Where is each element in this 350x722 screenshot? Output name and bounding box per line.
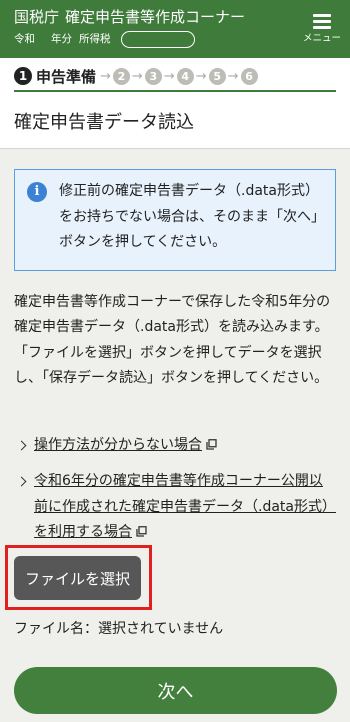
legacy-data-link-item[interactable]: 令和6年分の確定申告書等作成コーナー公開以前に作成された確定申告書データ（.da… [14,469,336,546]
year-unit-label: 年分 [51,33,72,45]
menu-label: メニュー [302,33,341,44]
service-name: 確定申告書等作成コーナー [65,8,246,26]
step-number: 3 [144,67,162,85]
step-indicator: 1 申告準備 → 2 → 3 → 4 → 5 → 6 [0,58,350,93]
external-window-icon [206,434,217,460]
file-name-value: 選択されていません [98,621,224,637]
description-paragraph: 「ファイルを選択」ボタンを押してデータを選択し、「保存データ読込」ボタンを押して… [14,344,329,387]
tax-type-label: 所得税 [79,33,111,45]
header-title: 国税庁 確定申告書等作成コーナー [14,7,251,27]
arrow-right-icon: → [163,68,175,84]
description: 確定申告書等作成コーナーで保存した令和5年分の確定申告書データ（.data形式）… [14,290,336,392]
step-current-number: 1 [14,67,32,85]
arrow-right-icon: → [227,68,239,84]
step-number: 2 [112,67,130,85]
chevron-right-icon [16,440,27,451]
next-button[interactable]: 次へ [14,667,337,714]
step-number: 4 [176,67,194,85]
help-link[interactable]: 操作方法が分からない場合 [34,437,202,453]
menu-button[interactable]: メニュー [300,8,344,52]
page-title-bar: 確定申告書データ読込 [0,93,350,149]
step-current-label: 申告準備 [36,67,97,86]
info-icon: i [27,182,47,202]
chevron-right-icon [16,476,27,487]
arrow-right-icon: → [195,68,207,84]
legacy-data-link[interactable]: 令和6年分の確定申告書等作成コーナー公開以前に作成された確定申告書データ（.da… [34,473,336,540]
step-number: 5 [208,67,226,85]
agency-name: 国税庁 [14,8,60,26]
help-link-item[interactable]: 操作方法が分からない場合 [14,433,336,459]
description-paragraph: 確定申告書等作成コーナーで保存した令和5年分の確定申告書データ（.data形式）… [14,294,331,336]
page-title: 確定申告書データ読込 [14,112,194,133]
step-number: 6 [240,67,258,85]
era-label: 令和 [14,33,35,45]
info-notice: i 修正前の確定申告書データ（.data形式）をお持ちでない場合は、そのまま「次… [14,169,336,271]
arrow-right-icon: → [100,68,111,84]
choose-file-button[interactable]: ファイルを選択 [14,556,141,600]
year-badge [120,31,195,48]
file-name-label: ファイル名： [14,621,98,637]
file-name-status: ファイル名：選択されていません [14,617,223,641]
header-subtitle: 令和 年分 所得税 [14,30,195,49]
app-header: 国税庁 確定申告書等作成コーナー 令和 年分 所得税 メニュー [0,0,350,58]
external-window-icon [136,521,147,547]
step-underline [14,90,336,92]
info-text: 修正前の確定申告書データ（.data形式）をお持ちでない場合は、そのまま「次へ」… [59,183,325,250]
arrow-right-icon: → [131,68,143,84]
